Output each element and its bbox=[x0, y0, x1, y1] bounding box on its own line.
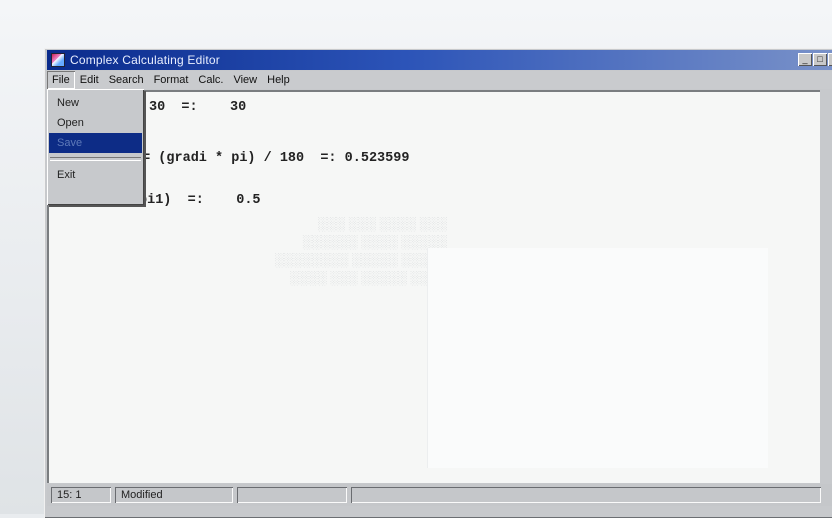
title-bar[interactable]: Complex Calculating Editor _ □ × bbox=[47, 50, 832, 70]
close-button[interactable]: × bbox=[828, 53, 832, 66]
status-panel-wide bbox=[351, 487, 821, 503]
minimize-button[interactable]: _ bbox=[798, 53, 812, 66]
paper-bleed-text: ░░░ ░░░ ░░░░ ░░░ ░░░░░░ ░░░░ ░░░░░ ░░░░░░░… bbox=[274, 216, 447, 285]
menu-help[interactable]: Help bbox=[262, 71, 295, 89]
app-icon[interactable] bbox=[51, 53, 65, 67]
menu-search[interactable]: Search bbox=[104, 71, 149, 89]
file-menu-exit[interactable]: Exit bbox=[49, 165, 142, 185]
status-bar: 15: 1 Modified bbox=[47, 484, 832, 506]
editor-area[interactable]: ░░░ ░░░ ░░░░ ░░░ ░░░░░░ ░░░░ ░░░░░ ░░░░░░░… bbox=[47, 90, 820, 483]
menu-edit[interactable]: Edit bbox=[75, 71, 104, 89]
file-menu-open[interactable]: Open bbox=[49, 113, 142, 133]
menu-file[interactable]: File bbox=[47, 71, 75, 89]
maximize-button[interactable]: □ bbox=[813, 53, 827, 66]
file-menu-dropdown: New Open Save Exit bbox=[47, 89, 144, 205]
window-title: Complex Calculating Editor bbox=[70, 53, 220, 67]
menu-separator bbox=[50, 157, 141, 161]
file-menu-new[interactable]: New bbox=[49, 93, 142, 113]
editor-line-2[interactable]: := (gradi * pi) / 180 =: 0.523599 bbox=[134, 151, 409, 166]
file-menu-save[interactable]: Save bbox=[49, 133, 142, 153]
window-controls: _ □ × bbox=[798, 53, 832, 66]
menu-format[interactable]: Format bbox=[149, 71, 194, 89]
editor-line-1[interactable]: 30 =: 30 bbox=[149, 100, 246, 115]
cursor-position: 15: 1 bbox=[51, 487, 111, 503]
menu-view[interactable]: View bbox=[228, 71, 262, 89]
menu-calc[interactable]: Calc. bbox=[193, 71, 228, 89]
editor-line-3[interactable]: pi1) =: 0.5 bbox=[139, 193, 261, 208]
paper-bleed-panel bbox=[427, 248, 768, 468]
menu-bar: File Edit Search Format Calc. View Help bbox=[47, 71, 832, 89]
app-window: Complex Calculating Editor _ □ × File Ed… bbox=[44, 48, 832, 518]
status-panel-empty bbox=[237, 487, 347, 503]
modified-status: Modified bbox=[115, 487, 233, 503]
